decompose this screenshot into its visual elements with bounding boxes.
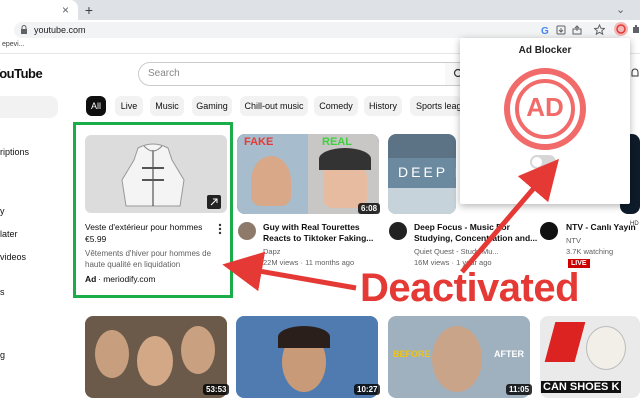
annotation-arrows — [222, 158, 560, 292]
deactivated-label: Deactivated — [360, 266, 580, 310]
